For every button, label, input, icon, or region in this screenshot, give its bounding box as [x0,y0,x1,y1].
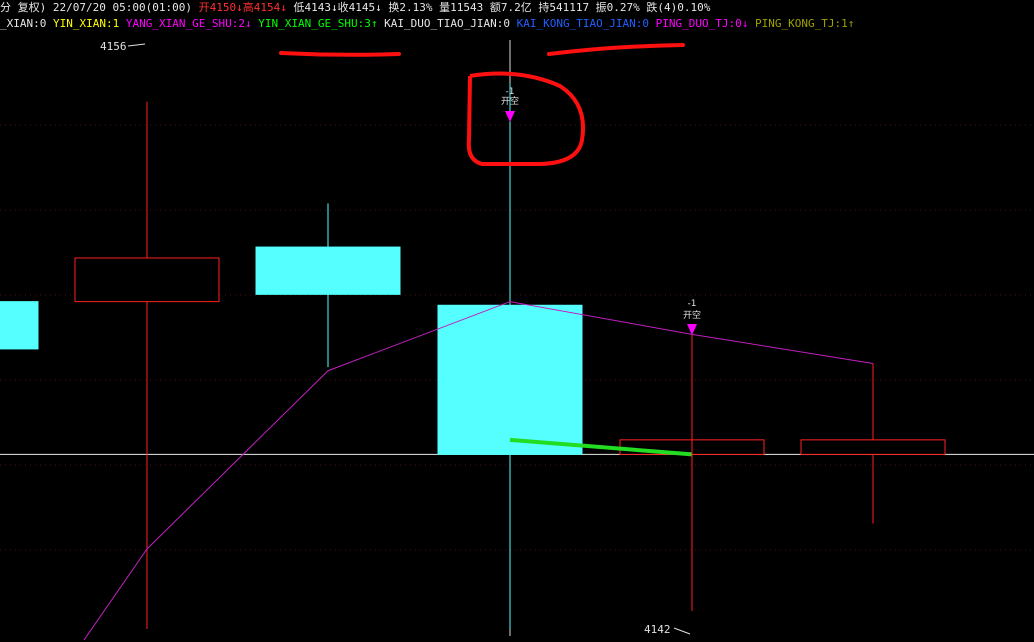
candles [0,83,946,629]
candle-dot [357,295,361,299]
candle-body [437,304,583,455]
low-price-label: 4142 [644,623,671,636]
candle-body [74,257,220,303]
high-price-pointer [127,43,146,47]
candle-body [800,439,946,455]
high-price-label: 4156 [100,40,127,53]
annotation-underline [279,51,401,57]
annotations: 41564142-1开空-1开空 [100,40,701,636]
signal-arrow-icon [505,111,515,122]
signal-value: -1 [688,299,697,309]
signal-value: -1 [506,87,515,97]
candle-body [255,246,401,295]
signal-label: 开空 [501,95,519,107]
low-price-pointer [673,627,691,635]
annotation-underline [547,43,685,56]
signal-label: 开空 [683,309,701,321]
candle-body [0,301,39,350]
candlestick-chart[interactable]: 41564142-1开空-1开空 [0,0,1034,642]
annotation-circle [466,71,585,166]
